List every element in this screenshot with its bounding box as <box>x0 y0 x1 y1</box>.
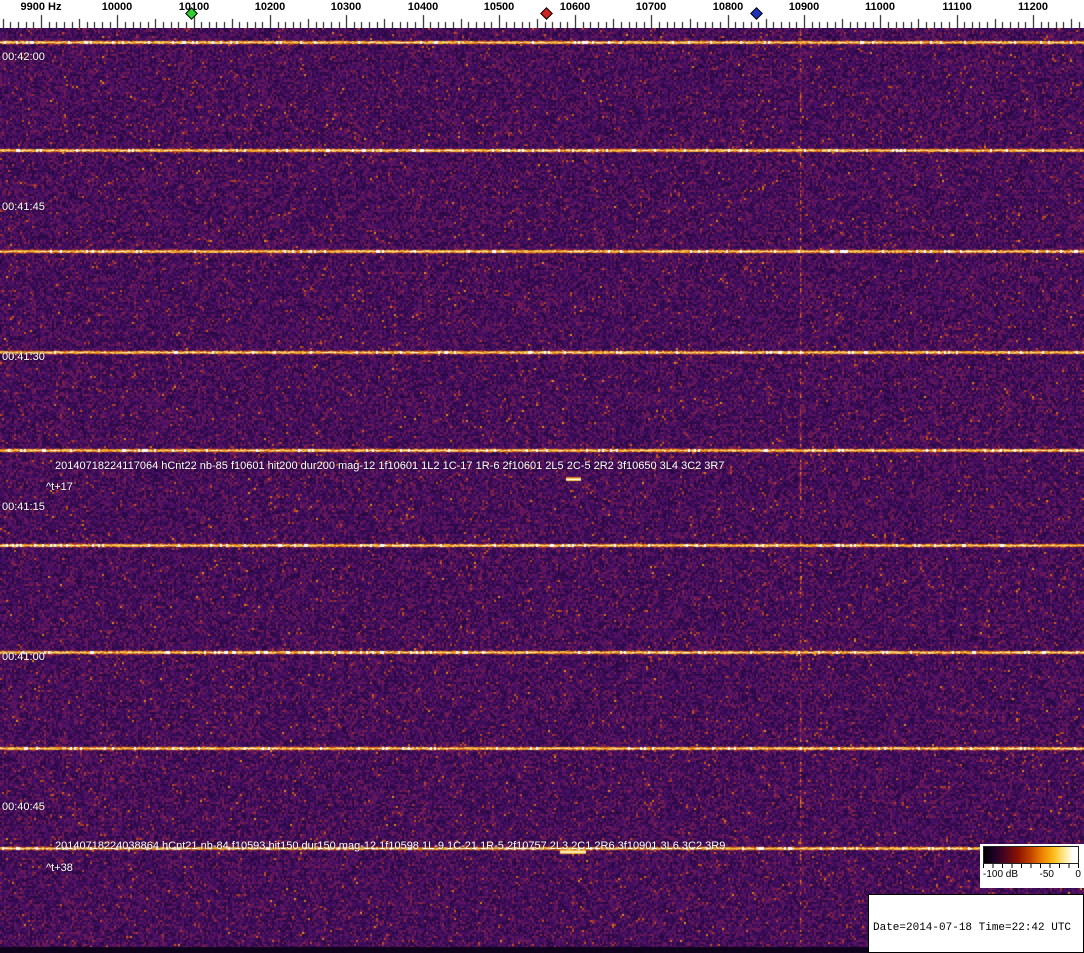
meteor-spectrogram-screen: 9900 Hz 10000 10100 10200 10300 10400 10500 106… <box>0 0 1084 953</box>
freq-tick-label: 10600 <box>559 1 591 13</box>
colorbar-label-max: 0 <box>1075 869 1081 880</box>
colorbar-gradient <box>983 846 1079 864</box>
waterfall-display[interactable] <box>0 28 1084 953</box>
station-info-box: Date=2014-07-18 Time=22:42 UTC Freq=143 … <box>868 894 1084 953</box>
freq-tick-label: 10800 <box>712 1 744 13</box>
freq-tick-label: 10900 <box>788 1 820 13</box>
freq-tick-label: 10500 <box>483 1 515 13</box>
freq-tick-label: 10400 <box>407 1 439 13</box>
freq-tick-label: 10300 <box>330 1 362 13</box>
colorbar-labels: -100 dB -50 0 <box>983 868 1081 881</box>
freq-tick-label: 11200 <box>1018 1 1048 13</box>
colorbar-label-min: -100 dB <box>983 869 1019 880</box>
intensity-colorbar: -100 dB -50 0 <box>980 844 1084 888</box>
colorbar-label-mid: -50 <box>1039 869 1054 880</box>
freq-tick-label: 10200 <box>254 1 286 13</box>
freq-tick-label: 10000 <box>101 1 133 13</box>
frequency-ruler[interactable]: 9900 Hz 10000 10100 10200 10300 10400 10500 106… <box>0 0 1084 28</box>
freq-tick-label: 11100 <box>942 1 972 13</box>
freq-tick-label: 10700 <box>635 1 667 13</box>
info-date-time: Date=2014-07-18 Time=22:42 UTC <box>873 922 1072 934</box>
freq-tick-label: 9900 Hz <box>20 1 62 13</box>
freq-tick-label: 11000 <box>865 1 895 13</box>
